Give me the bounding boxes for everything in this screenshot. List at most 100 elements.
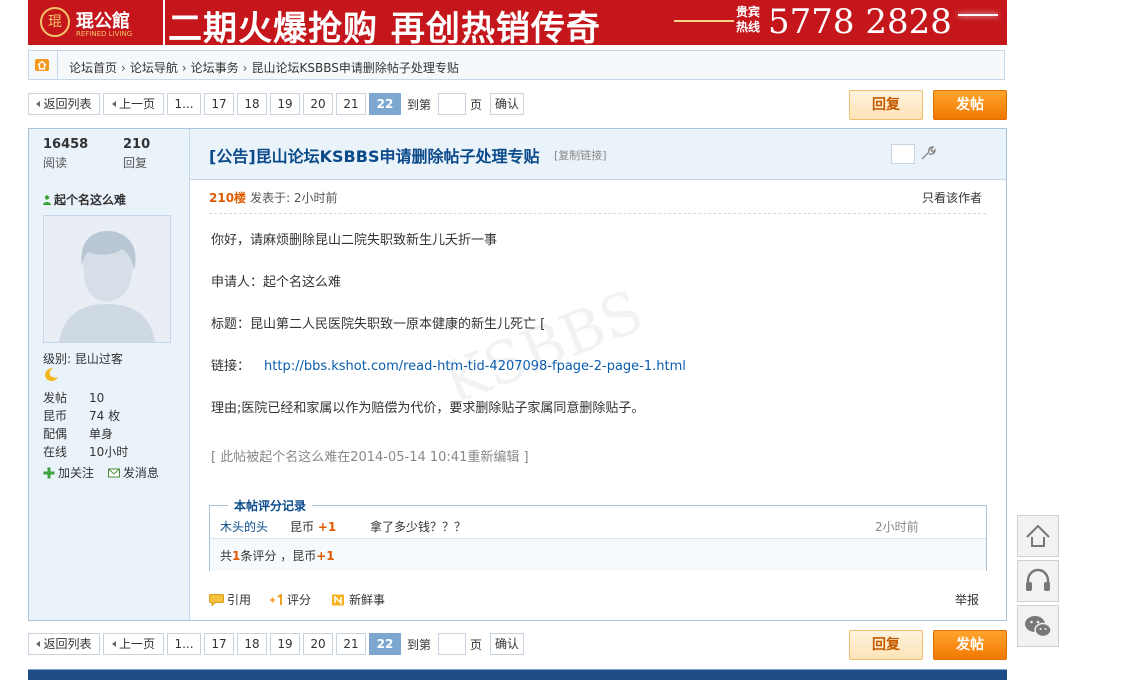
breadcrumb-forum-home[interactable]: 论坛首页: [69, 61, 117, 75]
post-line: 你好，请麻烦删除昆山二院失职致新生儿夭折一事: [211, 233, 498, 248]
default-avatar-icon: [44, 216, 170, 342]
quote-button[interactable]: 引用: [209, 591, 251, 608]
quote-icon: [209, 594, 224, 606]
author-stat-row: 在线 10小时: [43, 445, 129, 459]
back-to-top-button[interactable]: [1017, 515, 1059, 557]
goto-page-input[interactable]: [438, 633, 466, 655]
breadcrumb-trail: 论坛首页 › 论坛导航 › 论坛事务 › 昆山论坛KSBBS申请删除帖子处理专贴: [69, 59, 459, 76]
thread-header: 16458 阅读 210 回复 [公告]昆山论坛KSBBS申请删除帖子处理专贴 …: [29, 129, 1006, 180]
arrow-left-icon: [36, 101, 41, 107]
goto-confirm-button[interactable]: 确认: [490, 633, 524, 655]
page-20-button[interactable]: 20: [303, 93, 333, 115]
rating-row: 木头的头 昆币 +1 拿了多少钱？？？ 2小时前: [220, 518, 977, 538]
home-icon[interactable]: [35, 59, 49, 71]
breadcrumb-current-thread[interactable]: 昆山论坛KSBBS申请删除帖子处理专贴: [251, 61, 458, 75]
wechat-icon: [1025, 616, 1052, 638]
post-time: 发表于: 2小时前: [250, 191, 338, 205]
thread-stats: 16458 阅读 210 回复: [29, 129, 190, 179]
page-19-button[interactable]: 19: [270, 93, 300, 115]
moon-rank-icon: [45, 368, 58, 381]
new-post-button[interactable]: 发帖: [933, 630, 1007, 660]
floor-number[interactable]: 210楼: [209, 191, 246, 205]
fresh-news-button[interactable]: 新鲜事: [331, 591, 385, 608]
page-21-button[interactable]: 21: [336, 93, 366, 115]
page-19-button[interactable]: 19: [270, 633, 300, 655]
goto-page-input[interactable]: [438, 93, 466, 115]
copy-link-button[interactable]: [复制链接]: [554, 147, 607, 163]
send-message-button[interactable]: 发消息: [107, 464, 159, 481]
author-level: 级别: 昆山过客: [43, 352, 123, 366]
rating-record: 本帖评分记录 木头的头 昆币 +1 拿了多少钱？？？ 2小时前 共1条评分 ，昆…: [209, 497, 987, 571]
page-first-button[interactable]: 1...: [167, 633, 201, 655]
post-meta: 210楼 发表于: 2小时前 只看该作者: [209, 189, 986, 214]
page-first-button[interactable]: 1...: [167, 93, 201, 115]
plus-one-icon: [270, 594, 282, 605]
author-stat-row: 昆币 74 枚: [43, 409, 121, 423]
post-line: 理由;医院已经和家属以作为赔偿为代价，要求删除贴子家属同意删除贴子。: [211, 401, 645, 416]
plus-icon: [43, 467, 55, 479]
breadcrumb-forum-nav[interactable]: 论坛导航: [130, 61, 178, 75]
follow-button[interactable]: 加关注: [43, 464, 94, 481]
author-actions: 加关注 发消息: [43, 464, 169, 481]
replies-stat: 210 回复: [123, 137, 150, 171]
breadcrumb: 论坛首页 › 论坛导航 › 论坛事务 › 昆山论坛KSBBS申请删除帖子处理专贴: [28, 50, 1005, 80]
reply-button[interactable]: 回复: [849, 90, 923, 120]
pager-top: 返回列表 上一页 1... 17 18 19 20 21 22 到第 页 确认 …: [28, 90, 1007, 120]
back-to-list-button[interactable]: 返回列表: [28, 633, 100, 655]
reply-button[interactable]: 回复: [849, 630, 923, 660]
page-17-button[interactable]: 17: [204, 633, 234, 655]
rate-button[interactable]: 评分: [269, 591, 311, 608]
views-count: 16458: [43, 137, 89, 152]
page-20-button[interactable]: 20: [303, 633, 333, 655]
author-name[interactable]: 起个名这么难: [43, 191, 126, 208]
headset-icon: [1026, 568, 1050, 591]
post-floor: 210楼 发表于: 2小时前: [209, 189, 986, 206]
back-to-list-button[interactable]: 返回列表: [28, 93, 100, 115]
post-link[interactable]: http://bbs.kshot.com/read-htm-tid-420709…: [264, 359, 686, 374]
author-stat-row: 配偶 单身: [43, 427, 114, 441]
prev-page-button[interactable]: 上一页: [103, 93, 164, 115]
avatar[interactable]: [43, 215, 171, 343]
customer-service-button[interactable]: [1017, 560, 1059, 602]
breadcrumb-forum-affairs[interactable]: 论坛事务: [191, 61, 239, 75]
post-actions: 引用 评分 新鲜事 举报: [209, 591, 986, 611]
rating-summary-row: 共1条评分 ，昆币+1: [210, 538, 986, 571]
chevron-right-icon: ›: [242, 61, 248, 75]
arrow-up-icon: [1026, 524, 1050, 547]
page-18-button[interactable]: 18: [237, 93, 267, 115]
banner-sparkle: [958, 14, 998, 16]
arrow-left-icon: [111, 101, 116, 107]
author-stats: 发帖 10 昆币 74 枚 配偶 单身 在线 10小时: [43, 389, 128, 461]
new-post-button[interactable]: 发帖: [933, 90, 1007, 120]
page-21-button[interactable]: 21: [336, 633, 366, 655]
ad-banner[interactable]: 琨 琨公館 REFINED LIVING 二期火爆抢购 再创热销传奇 贵宾热线 …: [28, 0, 1007, 45]
post-line: 申请人：起个名这么难: [211, 275, 342, 290]
replies-count: 210: [123, 137, 151, 152]
breadcrumb-separator: [57, 51, 58, 79]
rating-user[interactable]: 木头的头: [220, 518, 268, 535]
post-link-line: 链接： http://bbs.kshot.com/read-htm-tid-420…: [211, 355, 991, 397]
wechat-button[interactable]: [1017, 605, 1059, 647]
thread-title[interactable]: [公告]昆山论坛KSBBS申请删除帖子处理专贴: [209, 143, 539, 167]
page-17-button[interactable]: 17: [204, 93, 234, 115]
page-18-button[interactable]: 18: [237, 633, 267, 655]
banner-decoration: [674, 20, 734, 22]
arrow-left-icon: [111, 641, 116, 647]
wrench-icon[interactable]: [919, 145, 937, 161]
report-link[interactable]: 举报: [955, 591, 979, 608]
replies-label: 回复: [123, 156, 148, 170]
rating-type: 昆币 +1: [290, 520, 337, 534]
chevron-right-icon: ›: [181, 61, 187, 75]
prev-page-button[interactable]: 上一页: [103, 633, 164, 655]
rating-time: 2小时前: [875, 520, 919, 534]
banner-slogan: 二期火爆抢购 再创热销传奇: [168, 9, 601, 45]
pager-bottom: 返回列表 上一页 1... 17 18 19 20 21 22 到第 页 确认 …: [28, 630, 1007, 660]
thread-box: 16458 阅读 210 回复 [公告]昆山论坛KSBBS申请删除帖子处理专贴 …: [28, 128, 1007, 621]
rating-legend: 本帖评分记录: [228, 497, 313, 514]
goto-confirm-button[interactable]: 确认: [490, 93, 524, 115]
fresh-news-icon: [332, 594, 344, 606]
only-author-link[interactable]: 只看该作者: [922, 189, 982, 206]
post-content-area: 210楼 发表于: 2小时前 只看该作者 KSBBS 你好，请麻烦删除昆山二院失职…: [189, 179, 1006, 620]
goto-label: 到第: [407, 98, 432, 112]
select-checkbox[interactable]: [891, 144, 915, 164]
